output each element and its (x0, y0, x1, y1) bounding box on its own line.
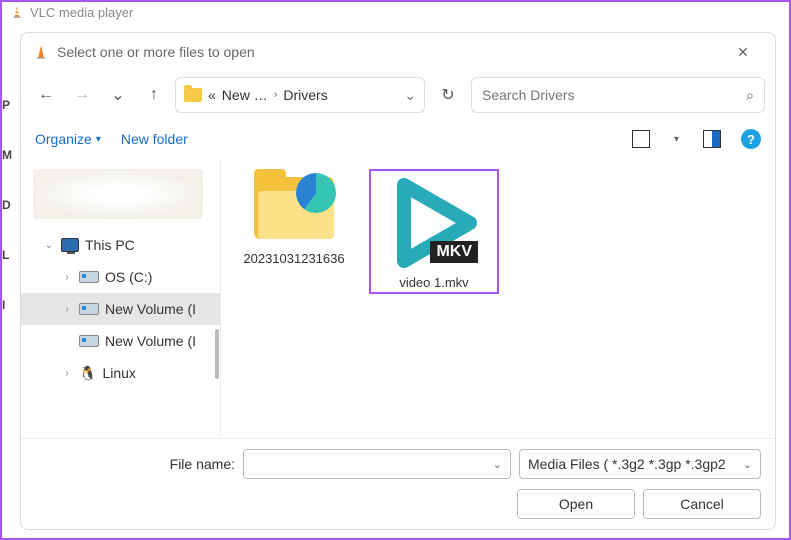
file-item-folder[interactable]: 20231031231636 (229, 169, 359, 266)
vlc-titlebar: VLC media player (2, 2, 789, 22)
sidebar-label: This PC (85, 237, 135, 253)
vlc-cone-icon (10, 5, 24, 19)
mkv-badge: MKV (430, 241, 478, 263)
recent-dropdown[interactable]: ⌄ (103, 79, 133, 111)
file-list[interactable]: 20231031231636 MKV video 1.mkv (221, 159, 775, 438)
folder-icon (246, 169, 342, 249)
view-mode-icon[interactable] (632, 130, 650, 148)
breadcrumb-prefix: « (208, 87, 216, 103)
dialog-title: Select one or more files to open (57, 44, 255, 60)
sidebar-item-drive[interactable]: › New Volume (I (21, 325, 220, 357)
content-area: ⌄ This PC › OS (C:) › New Volume (I › (21, 159, 775, 438)
chevron-down-icon[interactable]: ⌄ (485, 458, 510, 471)
bottom-bar: File name: ⌄ Media Files ( *.3g2 *.3gp *… (21, 438, 775, 529)
edge-icon (296, 173, 336, 213)
linux-icon: 🐧 (79, 365, 96, 382)
search-input[interactable] (482, 87, 746, 103)
sidebar-item-drive[interactable]: › New Volume (I (21, 293, 220, 325)
window-title: VLC media player (30, 5, 133, 20)
filename-label: File name: (35, 456, 235, 472)
sidebar-item-thispc[interactable]: ⌄ This PC (21, 229, 220, 261)
drive-icon (79, 271, 99, 283)
search-icon[interactable]: ⌕ (746, 87, 754, 104)
back-button[interactable]: ← (31, 79, 61, 111)
sidebar-item-drive[interactable]: › OS (C:) (21, 261, 220, 293)
quick-access-thumb[interactable] (33, 169, 203, 219)
chevron-down-icon: ⌄ (743, 458, 752, 471)
chevron-right-icon[interactable]: › (61, 368, 73, 379)
preview-pane-icon[interactable] (703, 130, 721, 148)
sidebar-label: New Volume (I (105, 301, 196, 317)
breadcrumb-part[interactable]: New … (222, 87, 268, 103)
filter-text: Media Files ( *.3g2 *.3gp *.3gp2 (528, 456, 726, 472)
organize-menu[interactable]: Organize▾ (35, 131, 101, 147)
chevron-down-icon: ▾ (96, 134, 101, 145)
open-button[interactable]: Open (517, 489, 635, 519)
search-box[interactable]: ⌕ (471, 77, 765, 113)
command-toolbar: Organize▾ New folder ▾ ? (21, 119, 775, 159)
chevron-down-icon[interactable]: ⌄ (43, 240, 55, 251)
folder-icon (184, 88, 202, 102)
forward-button[interactable]: → (67, 79, 97, 111)
navigation-sidebar: ⌄ This PC › OS (C:) › New Volume (I › (21, 159, 221, 438)
breadcrumb-part[interactable]: Drivers (283, 87, 327, 103)
sidebar-label: Linux (102, 365, 135, 381)
sidebar-label: New Volume (I (105, 333, 196, 349)
sidebar-label: OS (C:) (105, 269, 152, 285)
drive-icon (79, 303, 99, 315)
file-dialog: Select one or more files to open ✕ ← → ⌄… (20, 32, 776, 530)
file-label: 20231031231636 (229, 251, 359, 266)
chevron-right-icon[interactable]: › (61, 304, 73, 315)
left-edge-labels: PMDLI (2, 62, 12, 348)
new-folder-button[interactable]: New folder (121, 131, 188, 147)
sidebar-item-linux[interactable]: › 🐧 Linux (21, 357, 220, 389)
vlc-cone-icon (33, 44, 49, 60)
sidebar-scrollbar[interactable] (215, 329, 219, 379)
close-button[interactable]: ✕ (723, 37, 763, 67)
refresh-button[interactable]: ↻ (431, 77, 465, 113)
view-dropdown[interactable]: ▾ (670, 134, 683, 145)
nav-toolbar: ← → ⌄ ↑ « New … › Drivers ⌄ ↻ ⌕ (21, 71, 775, 119)
video-icon: MKV (384, 173, 484, 273)
drive-icon (79, 335, 99, 347)
filename-input[interactable]: ⌄ (243, 449, 511, 479)
breadcrumb[interactable]: « New … › Drivers ⌄ (175, 77, 425, 113)
file-label: video 1.mkv (373, 275, 495, 290)
dialog-titlebar: Select one or more files to open ✕ (21, 33, 775, 71)
up-button[interactable]: ↑ (139, 79, 169, 111)
file-item-video[interactable]: MKV video 1.mkv (369, 169, 499, 294)
chevron-down-icon[interactable]: ⌄ (404, 87, 416, 104)
chevron-right-icon: › (274, 89, 278, 101)
chevron-right-icon[interactable]: › (61, 272, 73, 283)
cancel-button[interactable]: Cancel (643, 489, 761, 519)
help-button[interactable]: ? (741, 129, 761, 149)
chevron-down-icon: ⌄ (111, 85, 124, 105)
filetype-filter[interactable]: Media Files ( *.3g2 *.3gp *.3gp2 ⌄ (519, 449, 761, 479)
pc-icon (61, 238, 79, 252)
